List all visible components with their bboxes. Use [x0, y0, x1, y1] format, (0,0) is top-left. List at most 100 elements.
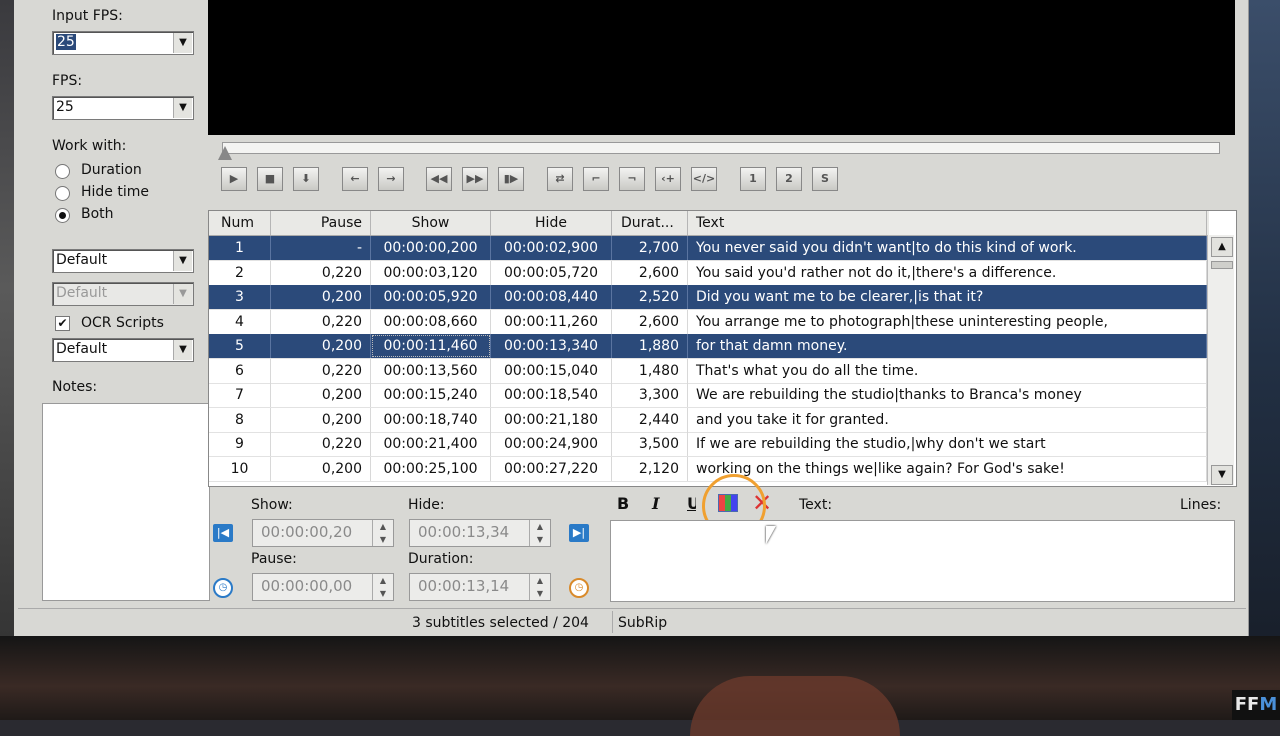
pause-label: Pause:: [251, 551, 297, 567]
text-label: Text:: [799, 497, 833, 513]
rewind-icon[interactable]: ◀◀: [426, 167, 452, 191]
cell-show: 00:00:21,400: [371, 432, 491, 456]
subtitle-text-editor[interactable]: [610, 520, 1235, 602]
col-hide[interactable]: Hide: [491, 211, 612, 235]
duration-value: 00:00:13,14: [418, 577, 510, 595]
s-icon[interactable]: S: [812, 167, 838, 191]
tag-icon[interactable]: </>: [691, 167, 717, 191]
cell-num: 3: [209, 285, 271, 309]
cell-hide: 00:00:18,540: [491, 383, 612, 407]
swap-icon[interactable]: ⇄: [547, 167, 573, 191]
set-end-icon[interactable]: ¬: [619, 167, 645, 191]
one-icon[interactable]: 1: [740, 167, 766, 191]
fps-combo[interactable]: 25 ▼: [52, 96, 194, 120]
spin-arrows-icon[interactable]: ▲ ▼: [529, 520, 550, 546]
cell-hide: 00:00:08,440: [491, 285, 612, 309]
cell-pause: -: [271, 236, 371, 260]
show-label: Show:: [251, 497, 293, 513]
fast-forward-icon[interactable]: ▶▶: [462, 167, 488, 191]
radio-both[interactable]: [55, 208, 70, 223]
fps-label: FPS:: [52, 73, 83, 89]
col-show[interactable]: Show: [371, 211, 491, 235]
cell-show: 00:00:13,560: [371, 358, 491, 383]
cell-text: You arrange me to photograph|these unint…: [688, 309, 1207, 334]
vertical-scrollbar[interactable]: ▲ ▼: [1207, 235, 1234, 485]
table-row[interactable]: 1-00:00:00,200 00:00:02,900 2,700 You never…: [209, 236, 1207, 261]
col-pause[interactable]: Pause: [271, 211, 371, 235]
notes-textarea[interactable]: [42, 403, 210, 601]
radio-duration[interactable]: [55, 164, 70, 179]
cell-dur: 3,300: [612, 383, 688, 407]
down-icon[interactable]: ⬇: [293, 167, 319, 191]
style-combo[interactable]: Default ▼: [52, 249, 194, 273]
cell-text: for that damn money.: [688, 334, 1207, 358]
add-icon[interactable]: ‹+: [655, 167, 681, 191]
video-preview[interactable]: [208, 0, 1235, 135]
set-start-icon[interactable]: ⌐: [583, 167, 609, 191]
show-time-input[interactable]: 00:00:00,20 ▲ ▼: [252, 519, 394, 547]
forward-icon[interactable]: →: [378, 167, 404, 191]
next-subtitle-icon[interactable]: ▶|: [569, 524, 589, 542]
cell-text: Did you want me to be clearer,|is that i…: [688, 285, 1207, 309]
col-num[interactable]: Num: [209, 211, 271, 235]
ocr-checkbox[interactable]: ✔: [55, 316, 70, 331]
chevron-down-icon[interactable]: ▼: [173, 340, 192, 360]
cell-hide: 00:00:05,720: [491, 260, 612, 285]
table-row[interactable]: 5 0,200 00:00:11,460 00:00:13,340 1,880 for t…: [209, 334, 1207, 359]
cell-pause: 0,220: [271, 358, 371, 383]
ocr-combo[interactable]: Default ▼: [52, 338, 194, 362]
cell-text: working on the things we|like again? For…: [688, 456, 1207, 481]
chevron-down-icon[interactable]: ▼: [173, 33, 192, 53]
subtitle-table[interactable]: Num Pause Show Hide Durat... Text 1-00:0…: [208, 210, 1237, 487]
back-icon[interactable]: ←: [342, 167, 368, 191]
table-row[interactable]: 8 0,200 00:00:18,740 00:00:21,180 2,440 and y…: [209, 407, 1207, 433]
duration-input[interactable]: 00:00:13,14 ▲ ▼: [409, 573, 551, 601]
cell-show: 00:00:08,660: [371, 309, 491, 334]
table-row[interactable]: 2 0,220 00:00:03,120 00:00:05,720 2,600 You s…: [209, 260, 1207, 286]
status-bar: 3 subtitles selected / 204 SubRip: [18, 608, 1246, 635]
table-row[interactable]: 9 0,220 00:00:21,400 00:00:24,900 3,500 If we…: [209, 432, 1207, 457]
cell-text: You never said you didn't want|to do thi…: [688, 236, 1207, 260]
input-fps-combo[interactable]: 25 ▼: [52, 31, 194, 55]
play-icon[interactable]: ▶: [221, 167, 247, 191]
stopwatch-icon[interactable]: ◷: [569, 578, 589, 598]
bold-button[interactable]: B: [617, 494, 629, 513]
chevron-down-icon[interactable]: ▼: [173, 98, 192, 118]
seek-bar[interactable]: [222, 142, 1220, 154]
settings-panel: Input FPS: 25 ▼ FPS: 25 ▼ Work with: Dur…: [28, 0, 210, 601]
two-icon[interactable]: 2: [776, 167, 802, 191]
italic-button[interactable]: I: [652, 494, 659, 513]
table-row[interactable]: 6 0,220 00:00:13,560 00:00:15,040 1,480 That'…: [209, 358, 1207, 384]
style-combo-disabled: Default ▼: [52, 282, 194, 306]
scroll-thumb[interactable]: [1211, 261, 1233, 269]
cell-num: 9: [209, 432, 271, 456]
pause-input[interactable]: 00:00:00,00 ▲ ▼: [252, 573, 394, 601]
table-row[interactable]: 7 0,200 00:00:15,240 00:00:18,540 3,300 We ar…: [209, 383, 1207, 408]
radio-hide-time[interactable]: [55, 186, 70, 201]
seek-thumb[interactable]: [218, 146, 232, 160]
stop-icon[interactable]: ■: [257, 167, 283, 191]
spin-arrows-icon[interactable]: ▲ ▼: [372, 574, 393, 600]
cell-hide: 00:00:02,900: [491, 236, 612, 260]
chevron-down-icon[interactable]: ▼: [173, 251, 192, 271]
cell-show: 00:00:03,120: [371, 260, 491, 285]
cell-show: 00:00:11,460: [371, 334, 491, 358]
col-duration[interactable]: Durat...: [612, 211, 688, 235]
table-row[interactable]: 3 0,200 00:00:05,920 00:00:08,440 2,520 Did y…: [209, 285, 1207, 310]
cell-hide: 00:00:27,220: [491, 456, 612, 481]
underline-button[interactable]: U: [687, 494, 696, 513]
table-header: Num Pause Show Hide Durat... Text: [209, 211, 1209, 236]
scroll-down-icon[interactable]: ▼: [1211, 465, 1233, 485]
table-row[interactable]: 4 0,220 00:00:08,660 00:00:11,260 2,600 You a…: [209, 309, 1207, 335]
table-row[interactable]: 10 0,200 00:00:25,100 00:00:27,220 2,120 work…: [209, 456, 1207, 482]
cell-text: and you take it for granted.: [688, 407, 1207, 432]
hide-time-input[interactable]: 00:00:13,34 ▲ ▼: [409, 519, 551, 547]
spin-arrows-icon[interactable]: ▲ ▼: [529, 574, 550, 600]
spin-arrows-icon[interactable]: ▲ ▼: [372, 520, 393, 546]
step-icon[interactable]: ▮▶: [498, 167, 524, 191]
col-text[interactable]: Text: [688, 211, 1207, 235]
clock-icon[interactable]: ◷: [213, 578, 233, 598]
scroll-up-icon[interactable]: ▲: [1211, 237, 1233, 257]
prev-subtitle-icon[interactable]: |◀: [213, 524, 233, 542]
cell-dur: 1,480: [612, 358, 688, 383]
